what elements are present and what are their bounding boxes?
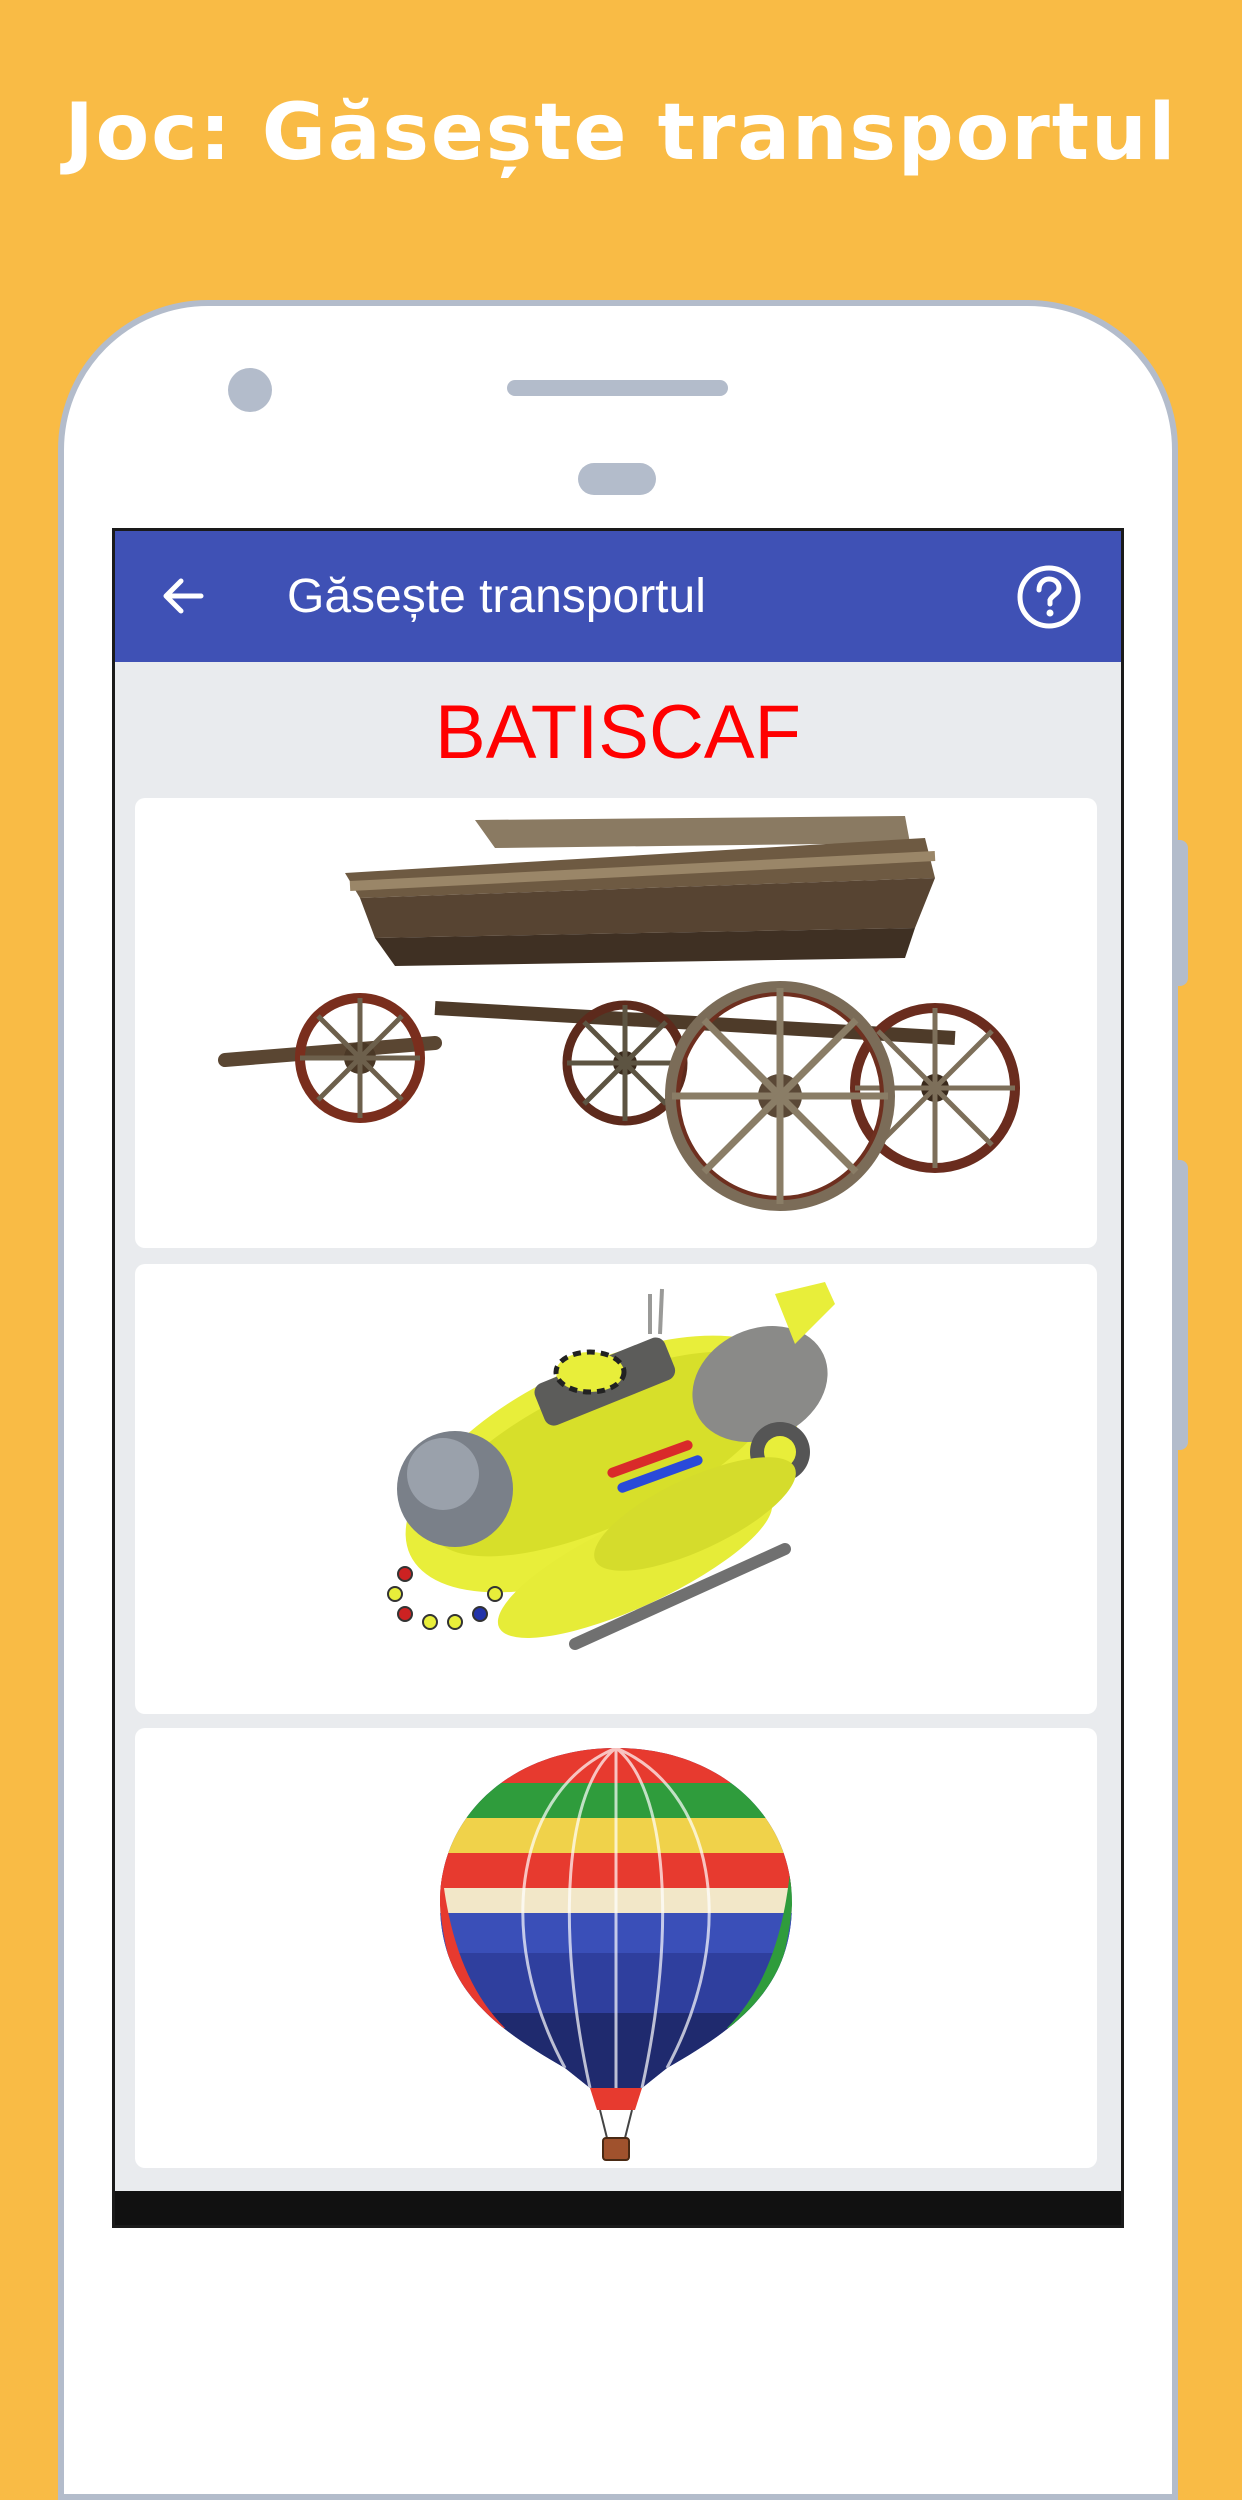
phone-camera [228, 368, 272, 412]
option-card-cart[interactable] [135, 798, 1097, 1248]
app-screen: Găsește transportul BATISCAF [112, 528, 1124, 2228]
phone-sensor [578, 463, 656, 495]
arrow-back-icon[interactable] [155, 568, 211, 624]
hot-air-balloon-image [440, 1748, 792, 2161]
system-nav-bar [115, 2191, 1121, 2225]
option-card-bathyscaphe[interactable] [135, 1264, 1097, 1714]
help-circle-icon[interactable] [1015, 563, 1083, 631]
app-bar: Găsește transportul [115, 531, 1121, 662]
promo-title: Joc: Găsește transportul [64, 88, 1178, 178]
phone-volume-button [1176, 840, 1188, 986]
phone-power-button [1176, 1160, 1188, 1450]
bathyscaphe-image [387, 1282, 835, 1650]
phone-speaker [507, 380, 728, 396]
option-card-balloon[interactable] [135, 1728, 1097, 2168]
wooden-cart-image [218, 816, 1020, 1211]
app-bar-title: Găsește transportul [287, 570, 706, 623]
target-word: BATISCAF [435, 690, 801, 775]
